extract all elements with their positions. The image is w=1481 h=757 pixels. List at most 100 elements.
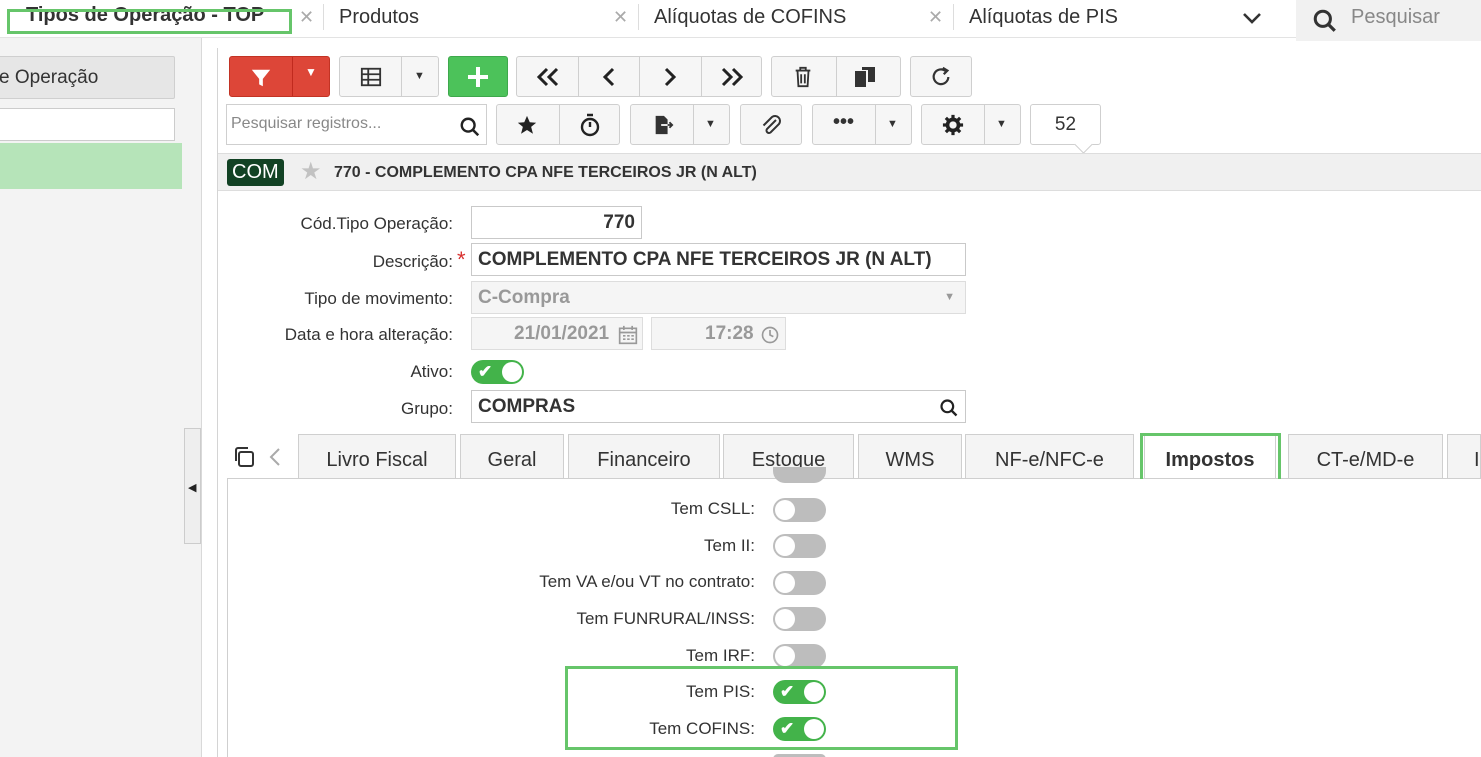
close-icon[interactable]: ✕ (928, 7, 943, 28)
copy-icon[interactable] (232, 445, 256, 474)
tab-overflow[interactable]: I (1447, 434, 1481, 479)
tem-irf-label: Tem IRF: (686, 646, 755, 665)
cod-tipo-operacao-field[interactable]: 770 (471, 206, 642, 239)
tab-divider (638, 4, 639, 30)
trash-icon[interactable] (792, 66, 814, 93)
tab-nfe-nfce[interactable]: NF-e/NFC-e (965, 434, 1134, 479)
record-type-badge: COM (227, 159, 284, 186)
cod-tipo-operacao-label: Cód.Tipo Operação: (300, 214, 453, 233)
last-record-icon[interactable] (719, 66, 745, 93)
grupo-field[interactable]: COMPRAS (471, 390, 966, 423)
record-search[interactable] (226, 104, 487, 145)
tab-divider (323, 4, 324, 30)
time-value: 17:28 (705, 323, 754, 344)
tem-irf-toggle[interactable] (773, 644, 826, 668)
clock-icon[interactable] (760, 324, 780, 355)
edit-group (771, 56, 901, 97)
tem-ii-toggle[interactable] (773, 534, 826, 558)
chevron-down-icon[interactable] (1240, 6, 1264, 36)
table-icon (360, 66, 382, 93)
attachment-button[interactable] (740, 104, 802, 145)
tab-geral[interactable]: Geral (460, 434, 564, 479)
tem-va-vt-toggle[interactable] (773, 571, 826, 595)
sidebar-button-operacao[interactable]: e Operação (0, 56, 175, 99)
paperclip-icon (762, 114, 781, 134)
date-field[interactable]: 21/01/2021 (471, 317, 643, 350)
sidebar: e Operação (0, 38, 202, 757)
collapse-sidebar-handle[interactable]: ◀ (184, 428, 201, 544)
tem-ii-label: Tem II: (703, 536, 755, 555)
caret-down-icon[interactable]: ▼ (705, 118, 716, 130)
check-icon: ✔ (478, 362, 493, 381)
chevron-left-icon[interactable] (268, 446, 282, 473)
caret-down-icon[interactable]: ▼ (887, 118, 898, 130)
record-title: 770 - COMPLEMENTO CPA NFE TERCEIROS JR (… (334, 164, 757, 181)
filter-icon (250, 67, 272, 94)
highlight-box (7, 9, 292, 34)
close-icon[interactable]: ✕ (613, 7, 628, 28)
tem-csll-toggle[interactable] (773, 498, 826, 522)
top-tab-produtos[interactable]: Produtos (339, 0, 419, 34)
record-search-input[interactable] (231, 115, 451, 133)
settings-button[interactable]: ▼ (921, 104, 1021, 145)
highlight-box (565, 666, 958, 750)
caret-down-icon[interactable]: ▼ (996, 118, 1007, 130)
time-field[interactable]: 17:28 (651, 317, 786, 350)
tab-cte-mde[interactable]: CT-e/MD-e (1288, 434, 1443, 479)
stopwatch-icon[interactable] (578, 113, 602, 142)
tab-divider (953, 4, 954, 30)
grupo-label: Grupo: (401, 399, 453, 418)
tab-wms[interactable]: WMS (858, 434, 962, 479)
navigation-group (516, 56, 762, 97)
export-button[interactable]: ▼ (630, 104, 730, 145)
refresh-button[interactable] (910, 56, 972, 97)
grid-view-button[interactable]: ▼ (339, 56, 439, 97)
tipo-movimento-select[interactable]: C-Compra ▼ (471, 281, 966, 314)
favorite-star-icon[interactable]: ★ (300, 157, 322, 186)
caret-down-icon[interactable]: ▼ (305, 65, 317, 79)
ativo-toggle[interactable]: ✔ (471, 360, 524, 384)
grupo-value: COMPRAS (478, 396, 576, 417)
top-tab-aliquotas-cofins[interactable]: Alíquotas de COFINS (654, 0, 846, 34)
global-search[interactable]: Pesquisar (1296, 0, 1481, 41)
tem-va-vt-label: Tem VA e/ou VT no contrato: (539, 572, 755, 591)
tipo-movimento-value: C-Compra (478, 287, 570, 308)
gear-icon (942, 114, 964, 141)
favorites-group (496, 104, 620, 145)
descricao-field[interactable]: COMPLEMENTO CPA NFE TERCEIROS JR (N ALT) (471, 243, 966, 276)
top-tab-aliquotas-pis[interactable]: Alíquotas de PIS (969, 0, 1118, 34)
close-icon[interactable]: ✕ (299, 7, 314, 28)
search-icon (1312, 8, 1338, 39)
caret-down-icon[interactable]: ▼ (414, 70, 425, 82)
search-icon[interactable] (459, 116, 481, 143)
caret-left-icon: ◀ (188, 482, 197, 494)
previous-record-icon[interactable] (599, 66, 619, 93)
filter-button[interactable]: ▼ (229, 56, 330, 97)
required-asterisk: * (457, 247, 466, 272)
tem-funrural-toggle[interactable] (773, 607, 826, 631)
plus-icon (468, 66, 488, 87)
search-icon[interactable] (939, 397, 959, 428)
date-value: 21/01/2021 (514, 323, 610, 344)
first-record-icon[interactable] (535, 66, 561, 93)
calendar-icon[interactable] (618, 324, 638, 355)
ativo-label: Ativo: (410, 362, 453, 381)
sidebar-filter-input[interactable] (0, 108, 175, 141)
caret-down-icon: ▼ (944, 291, 955, 303)
tem-csll-label: Tem CSLL: (670, 499, 755, 518)
add-button[interactable] (448, 56, 508, 97)
sidebar-selected-item[interactable] (0, 143, 182, 189)
tab-financeiro[interactable]: Financeiro (568, 434, 720, 479)
descricao-label: Descrição: (372, 252, 453, 271)
next-record-icon[interactable] (660, 66, 680, 93)
star-icon[interactable] (516, 114, 538, 141)
tem-funrural-label: Tem FUNRURAL/INSS: (576, 609, 755, 628)
tab-livro-fiscal[interactable]: Livro Fiscal (298, 434, 456, 479)
data-hora-label: Data e hora alteração: (284, 325, 453, 344)
record-title-bar: COM ★ 770 - COMPLEMENTO CPA NFE TERCEIRO… (218, 153, 1481, 191)
more-options-button[interactable]: ••• ▼ (812, 104, 912, 145)
record-count: 52 (1030, 104, 1101, 145)
partial-toggle[interactable] (773, 467, 826, 483)
duplicate-icon[interactable] (853, 66, 877, 93)
ellipsis-icon: ••• (833, 111, 855, 133)
